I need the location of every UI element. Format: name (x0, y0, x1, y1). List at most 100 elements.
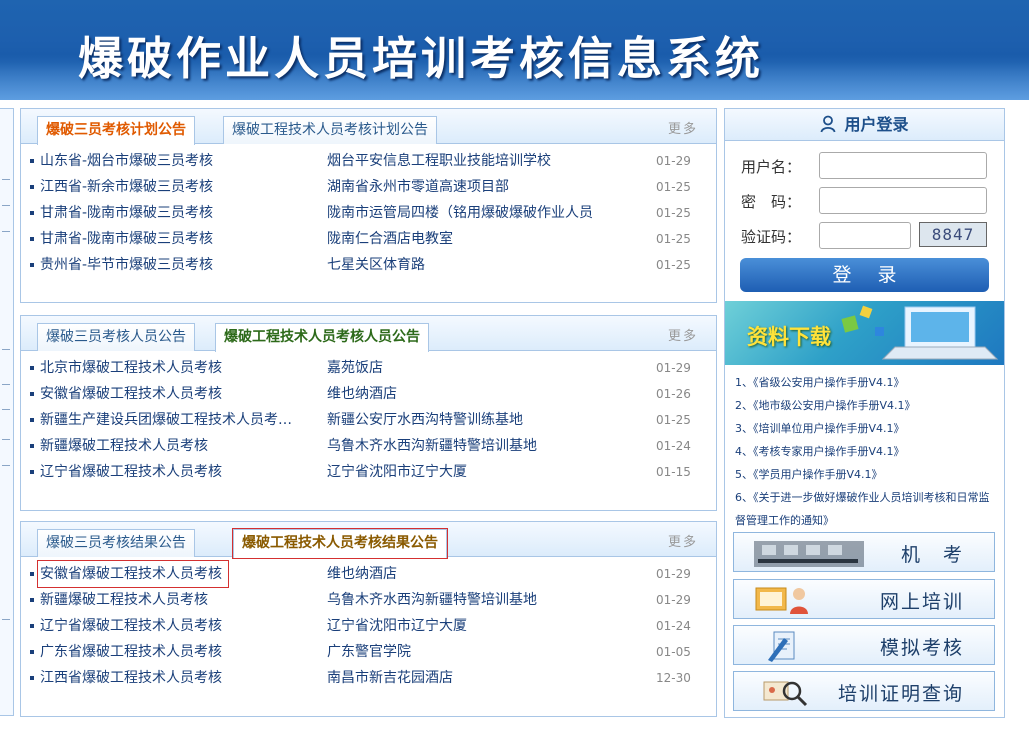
download-item[interactable]: 3、《培训单位用户操作手册V4.1》 (735, 417, 1000, 440)
list-item[interactable]: 安徽省爆破工程技术人员考核 维也纳酒店 01-26 (21, 381, 716, 407)
list-item[interactable]: 江西省爆破工程技术人员考核 南昌市新吉花园酒店 12-30 (21, 665, 716, 691)
list-item[interactable]: 贵州省-毕节市爆破三员考核 七星关区体育路 01-25 (21, 252, 716, 278)
more-link[interactable]: 更多 (668, 118, 698, 137)
item-title[interactable]: 北京市爆破工程技术人员考核 (40, 355, 326, 381)
item-location: 湖南省永州市零道高速项目部 (327, 179, 509, 195)
right-sidebar: 用户登录 用户名： 密 码： 验证码： 8847 登录 资料下载 1、《省级公安… (724, 108, 1005, 718)
item-title[interactable]: 辽宁省爆破工程技术人员考核 (40, 613, 326, 639)
item-date: 01-24 (656, 619, 691, 633)
exam-plan-panel: 爆破三员考核计划公告 爆破工程技术人员考核计划公告 更多 山东省-烟台市爆破三员… (20, 108, 717, 303)
item-date: 01-05 (656, 645, 691, 659)
list-item[interactable]: 安徽省爆破工程技术人员考核 维也纳酒店 01-29 (21, 560, 716, 588)
list-item[interactable]: 新疆爆破工程技术人员考核 乌鲁木齐水西沟新疆特警培训基地 01-24 (21, 433, 716, 459)
strip-mark (2, 409, 10, 415)
list-item[interactable]: 甘肃省-陇南市爆破三员考核 陇南仁合酒店电教室 01-25 (21, 226, 716, 252)
username-input[interactable] (819, 152, 987, 179)
online-training-button[interactable]: 网上培训 (733, 579, 995, 619)
item-title[interactable]: 新疆爆破工程技术人员考核 (40, 587, 326, 613)
item-location: 新疆公安厅水西沟特警训练基地 (327, 412, 523, 428)
tab-blasting-three-result[interactable]: 爆破三员考核结果公告 (37, 529, 195, 557)
tab-blasting-three-plan[interactable]: 爆破三员考核计划公告 (37, 116, 195, 145)
item-date: 01-24 (656, 439, 691, 453)
list-item[interactable]: 江西省-新余市爆破三员考核 湖南省永州市零道高速项目部 01-25 (21, 174, 716, 200)
strip-mark (2, 465, 10, 471)
item-date: 01-29 (656, 567, 691, 581)
item-title[interactable]: 新疆生产建设兵团爆破工程技术人员考… (40, 407, 326, 433)
download-list: 1、《省级公安用户操作手册V4.1》 2、《地市级公安用户操作手册V4.1》 3… (735, 371, 1000, 532)
computer-exam-button[interactable]: 机 考 (733, 532, 995, 572)
item-title[interactable]: 江西省爆破工程技术人员考核 (40, 665, 326, 691)
list-item[interactable]: 北京市爆破工程技术人员考核 嘉苑饭店 01-29 (21, 355, 716, 381)
item-location: 烟台平安信息工程职业技能培训学校 (327, 153, 551, 169)
login-button[interactable]: 登录 (740, 258, 989, 292)
item-title[interactable]: 广东省爆破工程技术人员考核 (40, 639, 326, 665)
item-location: 乌鲁木齐水西沟新疆特警培训基地 (327, 438, 537, 454)
pen-document-icon (768, 631, 795, 662)
item-date: 01-25 (656, 258, 691, 272)
captcha-image[interactable]: 8847 (919, 222, 987, 247)
bullet-icon (30, 624, 34, 628)
download-item[interactable]: 4、《考核专家用户操作手册V4.1》 (735, 440, 1000, 463)
list-item[interactable]: 辽宁省爆破工程技术人员考核 辽宁省沈阳市辽宁大厦 01-24 (21, 613, 716, 639)
item-location: 辽宁省沈阳市辽宁大厦 (327, 464, 467, 480)
item-location: 辽宁省沈阳市辽宁大厦 (327, 618, 467, 634)
tab-engineer-personnel[interactable]: 爆破工程技术人员考核人员公告 (215, 323, 429, 352)
exam-personnel-panel: 爆破三员考核人员公告 爆破工程技术人员考核人员公告 更多 北京市爆破工程技术人员… (20, 315, 717, 511)
item-date: 01-29 (656, 361, 691, 375)
site-title: 爆破作业人员培训考核信息系统 (78, 32, 765, 85)
password-input[interactable] (819, 187, 987, 214)
tab-bar: 爆破三员考核结果公告 爆破工程技术人员考核结果公告 更多 (21, 522, 716, 559)
more-link[interactable]: 更多 (668, 325, 698, 344)
bullet-icon (30, 263, 34, 267)
more-link[interactable]: 更多 (668, 531, 698, 550)
item-location: 嘉苑饭店 (327, 360, 383, 376)
mock-exam-label: 模拟考核 (879, 637, 964, 659)
announcement-list: 北京市爆破工程技术人员考核 嘉苑饭店 01-29 安徽省爆破工程技术人员考核 维也纳酒… (21, 351, 716, 485)
item-title[interactable]: 新疆爆破工程技术人员考核 (40, 433, 326, 459)
mock-exam-button[interactable]: 模拟考核 (733, 625, 995, 665)
download-item[interactable]: 5、《学员用户操作手册V4.1》 (735, 463, 1000, 486)
item-date: 01-25 (656, 413, 691, 427)
item-title[interactable]: 甘肃省-陇南市爆破三员考核 (40, 226, 326, 252)
item-location: 维也纳酒店 (327, 566, 397, 582)
download-banner-title: 资料下载 (747, 325, 831, 349)
tab-engineer-result[interactable]: 爆破工程技术人员考核结果公告 (232, 528, 448, 559)
login-header: 用户登录 (725, 109, 1004, 141)
download-item[interactable]: 2、《地市级公安用户操作手册V4.1》 (735, 394, 1000, 417)
item-title[interactable]: 江西省-新余市爆破三员考核 (40, 174, 326, 200)
item-date: 01-26 (656, 387, 691, 401)
list-item[interactable]: 新疆爆破工程技术人员考核 乌鲁木齐水西沟新疆特警培训基地 01-29 (21, 587, 716, 613)
bullet-icon (30, 598, 34, 602)
item-location: 陇南市运管局四楼（铭用爆破爆破作业人员 (327, 205, 593, 221)
item-title[interactable]: 安徽省爆破工程技术人员考核 (40, 381, 326, 407)
announcement-list: 安徽省爆破工程技术人员考核 维也纳酒店 01-29 新疆爆破工程技术人员考核 乌鲁木齐… (21, 557, 716, 691)
certificate-query-button[interactable]: 培训证明查询 (733, 671, 995, 711)
item-title[interactable]: 甘肃省-陇南市爆破三员考核 (40, 200, 326, 226)
tab-engineer-plan[interactable]: 爆破工程技术人员考核计划公告 (223, 116, 437, 144)
item-title[interactable]: 贵州省-毕节市爆破三员考核 (40, 252, 326, 278)
list-item[interactable]: 新疆生产建设兵团爆破工程技术人员考… 新疆公安厅水西沟特警训练基地 01-25 (21, 407, 716, 433)
list-item[interactable]: 甘肃省-陇南市爆破三员考核 陇南市运管局四楼（铭用爆破爆破作业人员 01-25 (21, 200, 716, 226)
computer-exam-label: 机 考 (900, 544, 964, 566)
captcha-input[interactable] (819, 222, 911, 249)
download-item[interactable]: 6、《关于进一步做好爆破作业人员培训考核和日常监督管理工作的通知》 (735, 486, 1000, 532)
download-item[interactable]: 1、《省级公安用户操作手册V4.1》 (735, 371, 1000, 394)
tab-bar: 爆破三员考核计划公告 爆破工程技术人员考核计划公告 更多 (21, 109, 716, 145)
item-date: 12-30 (656, 671, 691, 685)
list-item[interactable]: 辽宁省爆破工程技术人员考核 辽宁省沈阳市辽宁大厦 01-15 (21, 459, 716, 485)
tab-blasting-three-personnel[interactable]: 爆破三员考核人员公告 (37, 323, 195, 351)
item-title[interactable]: 山东省-烟台市爆破三员考核 (40, 148, 326, 174)
online-training-label: 网上培训 (879, 591, 964, 613)
tab-bar: 爆破三员考核人员公告 爆破工程技术人员考核人员公告 更多 (21, 316, 716, 352)
user-icon (821, 115, 836, 133)
item-title[interactable]: 安徽省爆破工程技术人员考核 (37, 560, 229, 588)
bullet-icon (30, 572, 34, 576)
item-date: 01-25 (656, 232, 691, 246)
item-title[interactable]: 辽宁省爆破工程技术人员考核 (40, 459, 326, 485)
password-label: 密 码： (741, 193, 802, 211)
bullet-icon (30, 185, 34, 189)
bullet-icon (30, 470, 34, 474)
username-label: 用户名： (741, 158, 802, 176)
list-item[interactable]: 广东省爆破工程技术人员考核 广东警官学院 01-05 (21, 639, 716, 665)
list-item[interactable]: 山东省-烟台市爆破三员考核 烟台平安信息工程职业技能培训学校 01-29 (21, 148, 716, 174)
